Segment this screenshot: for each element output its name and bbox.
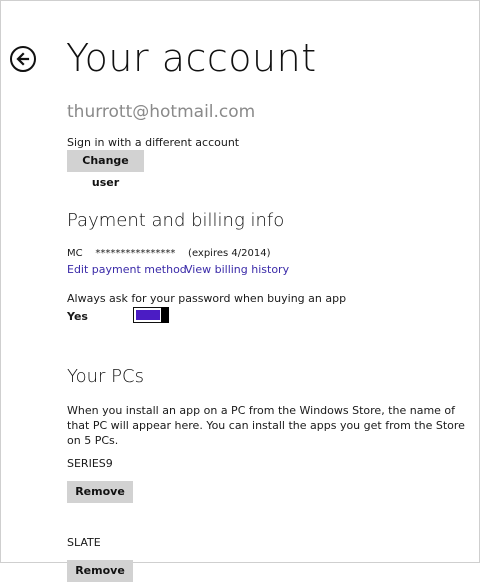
remove-series9-button[interactable]: Remove [67, 481, 133, 503]
page-title: Your account [66, 36, 317, 80]
view-billing-history-link[interactable]: View billing history [185, 263, 289, 276]
toggle-state-label: Yes [67, 310, 88, 323]
change-user-button[interactable]: Change user [67, 150, 144, 189]
account-email: thurrott@hotmail.com [67, 102, 256, 122]
pc-name-series9: SERIES9 [67, 457, 113, 470]
back-button[interactable] [10, 46, 36, 72]
ask-password-label: Always ask for your password when buying… [67, 292, 347, 305]
ask-password-toggle[interactable] [133, 307, 169, 323]
remove-slate-button[interactable]: Remove [67, 560, 133, 582]
toggle-fill [136, 310, 160, 320]
window-frame [0, 0, 480, 563]
edit-payment-method-link[interactable]: Edit payment method [67, 263, 187, 276]
toggle-knob[interactable] [161, 307, 169, 323]
signin-different-account-text: Sign in with a different account [67, 136, 240, 149]
pc-name-slate: SLATE [67, 536, 101, 549]
pcs-description: When you install an app on a PC from the… [67, 404, 465, 447]
your-pcs-heading: Your PCs [67, 366, 144, 387]
payment-billing-heading: Payment and billing info [67, 210, 285, 231]
back-arrow-icon [16, 52, 30, 66]
card-info: MC **************** (expires 4/2014) [67, 248, 271, 259]
